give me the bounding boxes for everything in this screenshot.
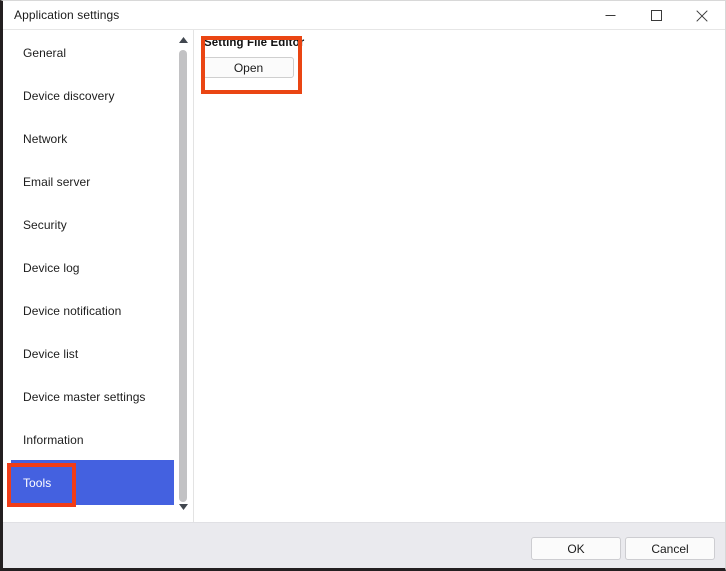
sidebar-item-label: Information	[23, 432, 84, 447]
sidebar-item-general[interactable]: General	[11, 30, 175, 75]
setting-file-editor-panel: Setting File Editor Open	[200, 37, 305, 78]
window-title: Application settings	[14, 8, 120, 22]
sidebar-item-label: Device master settings	[23, 389, 146, 404]
sidebar-item-device-log[interactable]: Device log	[11, 245, 175, 290]
sidebar-item-label: General	[23, 45, 67, 60]
scroll-down-arrow-icon[interactable]	[174, 498, 192, 515]
cancel-button[interactable]: Cancel	[625, 537, 715, 560]
scrollbar-thumb[interactable]	[179, 50, 187, 502]
maximize-icon	[650, 10, 662, 21]
minimize-icon	[605, 10, 616, 21]
sidebar-item-label: Network	[23, 131, 68, 146]
settings-content-pane: Setting File Editor Open	[195, 30, 725, 522]
scroll-up-arrow-icon[interactable]	[174, 31, 192, 48]
sidebar-item-device-list[interactable]: Device list	[11, 331, 175, 376]
settings-sidebar: General Device discovery Network Email serv…	[3, 30, 194, 522]
application-settings-window: Application settings General Device disc…	[0, 0, 726, 571]
maximize-button[interactable]	[633, 1, 679, 30]
sidebar-item-label: Device list	[23, 346, 79, 361]
close-button[interactable]	[679, 1, 725, 30]
sidebar-item-security[interactable]: Security	[11, 202, 175, 247]
sidebar-item-label: Email server	[23, 174, 91, 189]
sidebar-item-device-notification[interactable]: Device notification	[11, 288, 175, 333]
close-icon	[696, 9, 708, 22]
ok-button[interactable]: OK	[531, 537, 621, 560]
sidebar-item-information[interactable]: Information	[11, 417, 175, 462]
sidebar-item-label: Security	[23, 217, 67, 232]
sidebar-item-email-server[interactable]: Email server	[11, 159, 175, 204]
sidebar-item-label: Device notification	[23, 303, 122, 318]
title-bar: Application settings	[3, 1, 725, 30]
setting-file-editor-title: Setting File Editor	[204, 37, 305, 49]
open-button[interactable]: Open	[203, 57, 294, 78]
sidebar-item-label: Device log	[23, 260, 80, 275]
sidebar-item-label: Tools	[23, 475, 52, 490]
sidebar-item-tools[interactable]: Tools	[11, 460, 175, 505]
sidebar-scrollbar[interactable]	[174, 30, 192, 522]
sidebar-item-network[interactable]: Network	[11, 116, 175, 161]
minimize-button[interactable]	[587, 1, 633, 30]
sidebar-item-device-discovery[interactable]: Device discovery	[11, 73, 175, 118]
sidebar-item-device-master-settings[interactable]: Device master settings	[11, 374, 175, 419]
sidebar-item-label: Device discovery	[23, 88, 115, 103]
dialog-footer: OK Cancel	[3, 522, 725, 568]
